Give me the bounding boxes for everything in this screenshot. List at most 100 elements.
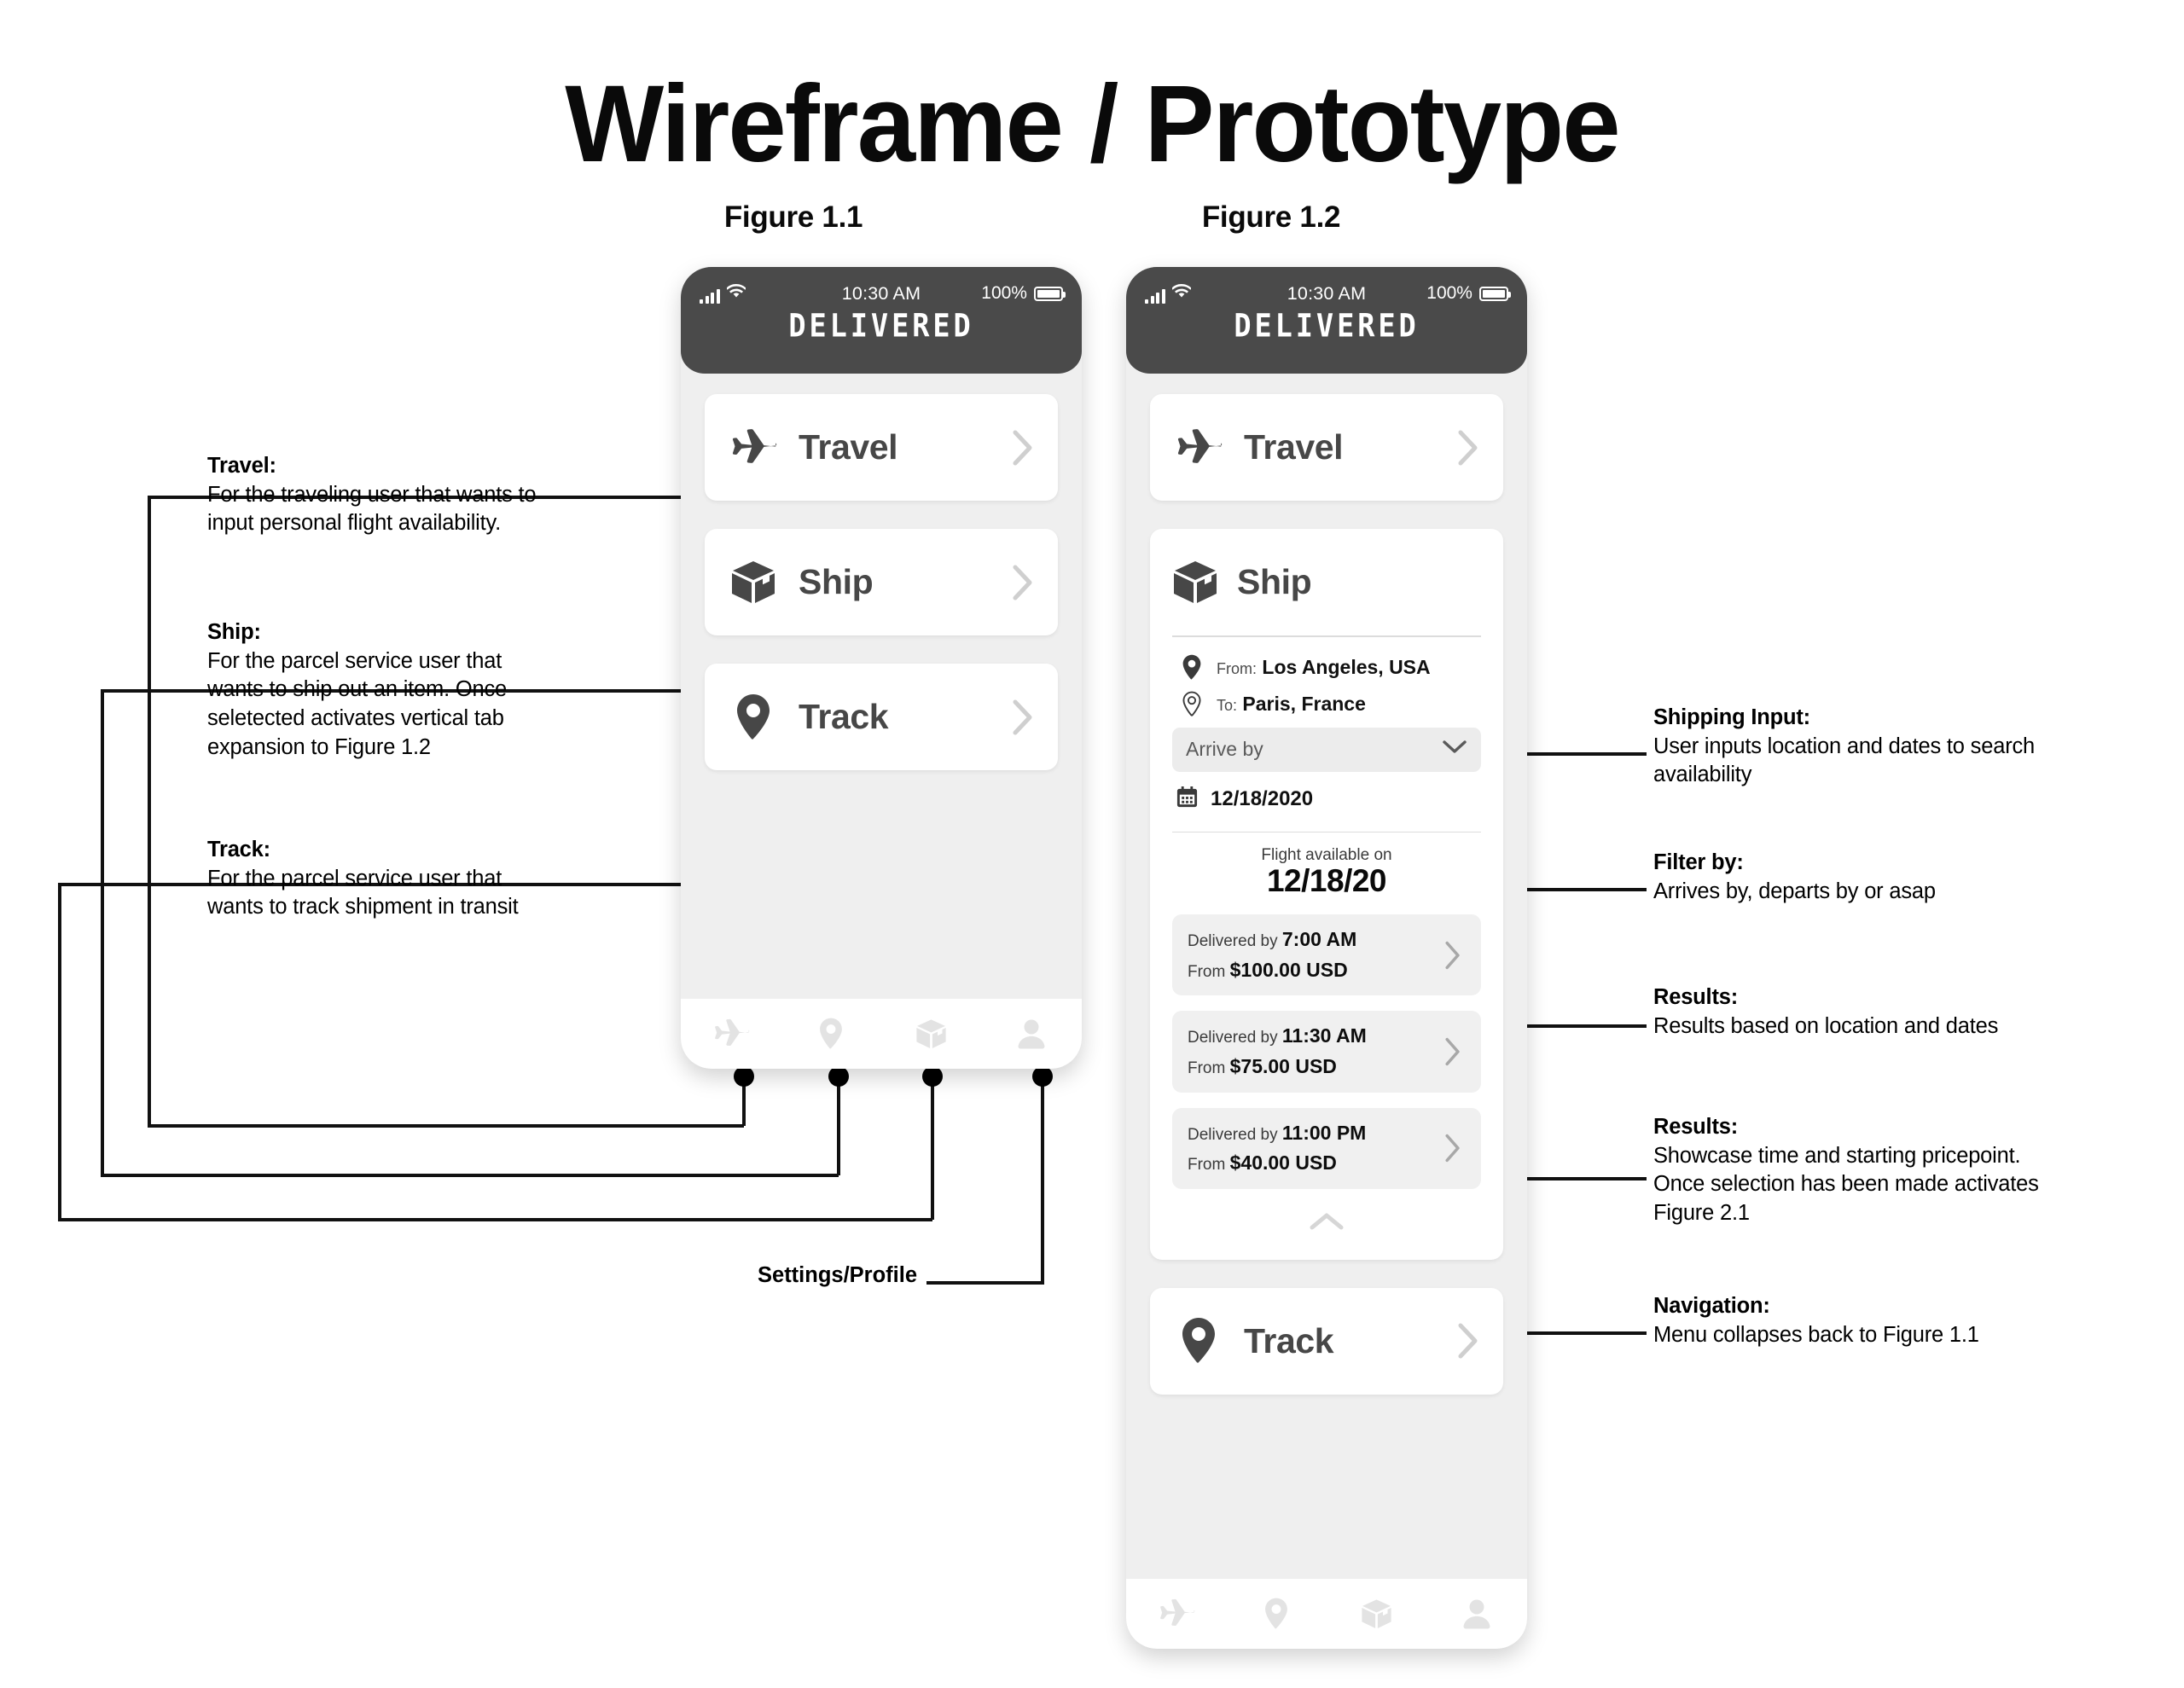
annotation-track: Track: For the parcel service user that …: [207, 836, 549, 922]
result-time-value: 7:00 AM: [1281, 928, 1357, 950]
figure-1-2-screen: Travel Ship From: Los Angeles, USA To: P…: [1126, 374, 1527, 1423]
phone-figure-1-2: 10:30 AM 100% DELIVERED Travel Ship From…: [1126, 267, 1527, 1649]
to-label: To:: [1217, 696, 1238, 714]
signal-bars-icon: [700, 289, 720, 304]
status-bar-battery-percent: 100%: [981, 283, 1027, 303]
status-bar-area: 10:30 AM 100% DELIVERED: [681, 267, 1082, 374]
result-row[interactable]: Delivered by 11:30 AM From $75.00 USD: [1172, 1011, 1481, 1093]
availability-caption: Flight available on: [1261, 846, 1392, 864]
wifi-icon: [725, 283, 746, 304]
menu-item-ship[interactable]: Ship: [705, 529, 1058, 635]
annotation-body: User inputs location and dates to search…: [1653, 734, 2036, 787]
tab-travel[interactable]: [1158, 1598, 1195, 1629]
status-bar: 10:30 AM 100%: [1126, 267, 1527, 306]
anchor-dot-tab-profile: [1032, 1066, 1053, 1087]
anchor-dot-tab-track: [828, 1066, 849, 1087]
date-row[interactable]: 12/18/2020: [1172, 786, 1481, 813]
menu-item-track[interactable]: Track: [1150, 1287, 1503, 1395]
annotation-heading: Results:: [1653, 1115, 1739, 1139]
annotation-shipping-input: Shipping Input: User inputs location and…: [1653, 704, 2054, 790]
annotation-navigation: Navigation: Menu collapses back to Figur…: [1653, 1292, 2054, 1349]
result-price-label: From: [1188, 1059, 1226, 1077]
result-row[interactable]: Delivered by 7:00 AM From $100.00 USD: [1172, 914, 1481, 996]
wifi-icon: [1170, 283, 1192, 304]
chevron-right-icon: [1455, 430, 1481, 466]
chevron-right-icon: [1010, 565, 1036, 600]
from-label: From:: [1217, 659, 1257, 677]
annotation-heading: Shipping Input:: [1653, 705, 1810, 729]
status-bar-battery-percent: 100%: [1426, 283, 1472, 303]
route-settings-to-tab: [926, 1092, 1044, 1285]
chevron-right-icon: [1440, 940, 1466, 971]
result-time-label: Delivered by: [1188, 1125, 1278, 1144]
menu-item-travel[interactable]: Travel: [705, 394, 1058, 501]
figure-1-2-label: Figure 1.2: [1201, 200, 1341, 234]
tab-track[interactable]: [812, 1018, 850, 1050]
annotation-heading: Travel:: [207, 454, 276, 478]
status-bar-time: 10:30 AM: [1287, 282, 1367, 304]
tab-track[interactable]: [1258, 1598, 1295, 1630]
signal-bars-icon: [1145, 289, 1165, 304]
ship-expanded-panel: Ship From: Los Angeles, USA To: Paris, F…: [1150, 529, 1503, 1260]
annotation-results-2: Results: Showcase time and starting pric…: [1653, 1113, 2054, 1228]
chevron-right-icon: [1455, 1323, 1481, 1359]
location-pin-filled-icon: [1177, 654, 1206, 681]
anchor-dot-tab-travel: [734, 1066, 754, 1087]
status-bar: 10:30 AM 100%: [681, 267, 1082, 306]
box-icon: [1172, 560, 1218, 606]
app-logo: DELIVERED: [788, 307, 974, 345]
annotation-heading: Ship:: [207, 620, 261, 644]
chevron-down-icon: [1442, 740, 1467, 759]
annotation-body: Menu collapses back to Figure 1.1: [1653, 1322, 1979, 1347]
annotation-settings-profile: Settings/Profile: [758, 1263, 918, 1287]
result-time-value: 11:00 PM: [1281, 1121, 1367, 1144]
filter-select[interactable]: Arrive by: [1172, 727, 1481, 772]
menu-item-label: Track: [1244, 1320, 1334, 1360]
result-price-label: From: [1188, 1156, 1226, 1175]
annotation-heading: Filter by:: [1653, 850, 1744, 874]
result-price-value: $75.00 USD: [1229, 1054, 1337, 1077]
airplane-icon: [727, 428, 780, 467]
menu-item-label: Travel: [1244, 427, 1344, 467]
collapse-button[interactable]: [1172, 1189, 1481, 1241]
ship-panel-header[interactable]: Ship: [1172, 529, 1481, 635]
result-row[interactable]: Delivered by 11:00 PM From $40.00 USD: [1172, 1107, 1481, 1189]
result-time-label: Delivered by: [1188, 932, 1278, 950]
tab-travel[interactable]: [712, 1018, 750, 1049]
figure-1-1-screen: Travel Ship Track: [681, 374, 1082, 979]
menu-item-track[interactable]: Track: [705, 664, 1058, 770]
divider: [1172, 831, 1481, 832]
tab-bar: [681, 999, 1082, 1069]
ship-panel-title: Ship: [1237, 562, 1312, 601]
result-price-label: From: [1188, 962, 1226, 981]
to-location-row[interactable]: To: Paris, France: [1172, 691, 1481, 717]
annotation-ship: Ship: For the parcel service user that w…: [207, 618, 540, 762]
filter-select-value: Arrive by: [1186, 738, 1263, 760]
route-travel-to-tab: [148, 496, 744, 1128]
chevron-up-icon: [1309, 1211, 1345, 1236]
status-bar-area: 10:30 AM 100% DELIVERED: [1126, 267, 1527, 374]
annotation-travel: Travel: For the traveling user that want…: [207, 452, 574, 538]
chevron-right-icon: [1440, 1036, 1466, 1067]
battery-icon: [1478, 286, 1511, 301]
menu-item-travel[interactable]: Travel: [1150, 394, 1503, 501]
annotation-heading: Track:: [207, 838, 270, 861]
menu-item-label: Ship: [799, 562, 874, 601]
battery-icon: [1033, 286, 1066, 301]
tab-profile[interactable]: [1013, 1018, 1050, 1050]
divider: [1172, 635, 1481, 637]
date-value: 12/18/2020: [1211, 786, 1314, 810]
annotation-body: For the parcel service user that wants t…: [207, 866, 519, 919]
chevron-right-icon: [1010, 699, 1036, 735]
calendar-icon: [1176, 786, 1199, 813]
tab-ship[interactable]: [1358, 1598, 1396, 1630]
from-location-row[interactable]: From: Los Angeles, USA: [1172, 654, 1481, 681]
result-time-label: Delivered by: [1188, 1029, 1278, 1047]
annotation-heading: Results:: [1653, 985, 1739, 1009]
tab-ship[interactable]: [913, 1018, 950, 1050]
page-title: Wireframe / Prototype: [565, 63, 1620, 185]
from-value: Los Angeles, USA: [1262, 655, 1431, 678]
location-pin-icon: [1172, 1317, 1225, 1365]
tab-profile[interactable]: [1458, 1598, 1496, 1630]
result-time-value: 11:30 AM: [1281, 1024, 1367, 1047]
